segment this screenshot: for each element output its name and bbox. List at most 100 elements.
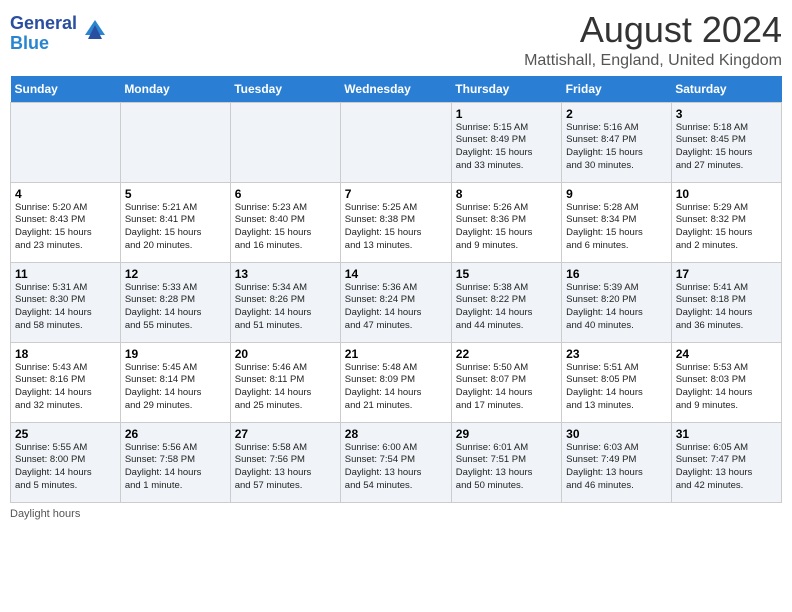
day-info: Sunrise: 5:21 AMSunset: 8:41 PMDaylight:… (125, 202, 226, 253)
calendar-cell: 29Sunrise: 6:01 AMSunset: 7:51 PMDayligh… (451, 422, 561, 502)
calendar-table: SundayMondayTuesdayWednesdayThursdayFrid… (10, 76, 782, 503)
calendar-cell: 28Sunrise: 6:00 AMSunset: 7:54 PMDayligh… (340, 422, 451, 502)
calendar-cell: 13Sunrise: 5:34 AMSunset: 8:26 PMDayligh… (230, 262, 340, 342)
calendar-cell: 17Sunrise: 5:41 AMSunset: 8:18 PMDayligh… (671, 262, 781, 342)
day-info: Sunrise: 5:28 AMSunset: 8:34 PMDaylight:… (566, 202, 667, 253)
daylight-label: Daylight hours (10, 508, 80, 520)
calendar-cell: 26Sunrise: 5:56 AMSunset: 7:58 PMDayligh… (120, 422, 230, 502)
day-number: 1 (456, 107, 557, 121)
subtitle: Mattishall, England, United Kingdom (524, 52, 782, 70)
day-info: Sunrise: 5:36 AMSunset: 8:24 PMDaylight:… (345, 282, 447, 333)
col-header-monday: Monday (120, 76, 230, 103)
calendar-cell: 27Sunrise: 5:58 AMSunset: 7:56 PMDayligh… (230, 422, 340, 502)
day-number: 16 (566, 267, 667, 281)
day-number: 12 (125, 267, 226, 281)
day-number: 10 (676, 187, 777, 201)
day-number: 19 (125, 347, 226, 361)
day-info: Sunrise: 5:53 AMSunset: 8:03 PMDaylight:… (676, 362, 777, 413)
day-number: 6 (235, 187, 336, 201)
col-header-saturday: Saturday (671, 76, 781, 103)
calendar-cell: 24Sunrise: 5:53 AMSunset: 8:03 PMDayligh… (671, 342, 781, 422)
col-header-tuesday: Tuesday (230, 76, 340, 103)
calendar-cell: 11Sunrise: 5:31 AMSunset: 8:30 PMDayligh… (11, 262, 121, 342)
calendar-cell: 21Sunrise: 5:48 AMSunset: 8:09 PMDayligh… (340, 342, 451, 422)
week-row-3: 11Sunrise: 5:31 AMSunset: 8:30 PMDayligh… (11, 262, 782, 342)
col-header-sunday: Sunday (11, 76, 121, 103)
day-number: 4 (15, 187, 116, 201)
day-info: Sunrise: 5:51 AMSunset: 8:05 PMDaylight:… (566, 362, 667, 413)
calendar-cell: 18Sunrise: 5:43 AMSunset: 8:16 PMDayligh… (11, 342, 121, 422)
day-info: Sunrise: 6:01 AMSunset: 7:51 PMDaylight:… (456, 442, 557, 493)
day-info: Sunrise: 5:39 AMSunset: 8:20 PMDaylight:… (566, 282, 667, 333)
calendar-cell: 2Sunrise: 5:16 AMSunset: 8:47 PMDaylight… (562, 102, 672, 182)
day-number: 28 (345, 427, 447, 441)
day-info: Sunrise: 6:05 AMSunset: 7:47 PMDaylight:… (676, 442, 777, 493)
footer-note: Daylight hours (10, 508, 782, 520)
day-info: Sunrise: 5:16 AMSunset: 8:47 PMDaylight:… (566, 122, 667, 173)
day-info: Sunrise: 5:50 AMSunset: 8:07 PMDaylight:… (456, 362, 557, 413)
page-header: General Blue August 2024 Mattishall, Eng… (10, 10, 782, 70)
logo: General Blue (10, 14, 110, 54)
main-title: August 2024 (524, 10, 782, 50)
day-number: 21 (345, 347, 447, 361)
day-info: Sunrise: 5:20 AMSunset: 8:43 PMDaylight:… (15, 202, 116, 253)
calendar-cell (230, 102, 340, 182)
col-header-wednesday: Wednesday (340, 76, 451, 103)
day-number: 29 (456, 427, 557, 441)
day-number: 8 (456, 187, 557, 201)
day-number: 22 (456, 347, 557, 361)
day-number: 27 (235, 427, 336, 441)
day-info: Sunrise: 5:31 AMSunset: 8:30 PMDaylight:… (15, 282, 116, 333)
calendar-cell: 22Sunrise: 5:50 AMSunset: 8:07 PMDayligh… (451, 342, 561, 422)
day-number: 9 (566, 187, 667, 201)
day-number: 25 (15, 427, 116, 441)
day-number: 13 (235, 267, 336, 281)
day-number: 20 (235, 347, 336, 361)
calendar-cell: 14Sunrise: 5:36 AMSunset: 8:24 PMDayligh… (340, 262, 451, 342)
day-info: Sunrise: 6:00 AMSunset: 7:54 PMDaylight:… (345, 442, 447, 493)
calendar-cell: 25Sunrise: 5:55 AMSunset: 8:00 PMDayligh… (11, 422, 121, 502)
col-header-friday: Friday (562, 76, 672, 103)
day-info: Sunrise: 6:03 AMSunset: 7:49 PMDaylight:… (566, 442, 667, 493)
day-number: 18 (15, 347, 116, 361)
day-info: Sunrise: 5:55 AMSunset: 8:00 PMDaylight:… (15, 442, 116, 493)
col-header-thursday: Thursday (451, 76, 561, 103)
calendar-header: SundayMondayTuesdayWednesdayThursdayFrid… (11, 76, 782, 103)
logo-text-blue: Blue (10, 33, 49, 53)
day-number: 30 (566, 427, 667, 441)
day-info: Sunrise: 5:33 AMSunset: 8:28 PMDaylight:… (125, 282, 226, 333)
day-info: Sunrise: 5:34 AMSunset: 8:26 PMDaylight:… (235, 282, 336, 333)
day-info: Sunrise: 5:15 AMSunset: 8:49 PMDaylight:… (456, 122, 557, 173)
calendar-cell: 5Sunrise: 5:21 AMSunset: 8:41 PMDaylight… (120, 182, 230, 262)
calendar-cell: 15Sunrise: 5:38 AMSunset: 8:22 PMDayligh… (451, 262, 561, 342)
calendar-cell: 19Sunrise: 5:45 AMSunset: 8:14 PMDayligh… (120, 342, 230, 422)
calendar-cell: 1Sunrise: 5:15 AMSunset: 8:49 PMDaylight… (451, 102, 561, 182)
day-info: Sunrise: 5:45 AMSunset: 8:14 PMDaylight:… (125, 362, 226, 413)
calendar-body: 1Sunrise: 5:15 AMSunset: 8:49 PMDaylight… (11, 102, 782, 502)
day-number: 3 (676, 107, 777, 121)
calendar-cell: 7Sunrise: 5:25 AMSunset: 8:38 PMDaylight… (340, 182, 451, 262)
day-number: 5 (125, 187, 226, 201)
week-row-2: 4Sunrise: 5:20 AMSunset: 8:43 PMDaylight… (11, 182, 782, 262)
day-info: Sunrise: 5:46 AMSunset: 8:11 PMDaylight:… (235, 362, 336, 413)
calendar-cell: 6Sunrise: 5:23 AMSunset: 8:40 PMDaylight… (230, 182, 340, 262)
calendar-cell (120, 102, 230, 182)
day-number: 24 (676, 347, 777, 361)
day-info: Sunrise: 5:56 AMSunset: 7:58 PMDaylight:… (125, 442, 226, 493)
week-row-5: 25Sunrise: 5:55 AMSunset: 8:00 PMDayligh… (11, 422, 782, 502)
header-row: SundayMondayTuesdayWednesdayThursdayFrid… (11, 76, 782, 103)
day-number: 7 (345, 187, 447, 201)
calendar-cell: 8Sunrise: 5:26 AMSunset: 8:36 PMDaylight… (451, 182, 561, 262)
day-number: 31 (676, 427, 777, 441)
day-info: Sunrise: 5:43 AMSunset: 8:16 PMDaylight:… (15, 362, 116, 413)
logo-icon (80, 15, 110, 45)
calendar-cell: 20Sunrise: 5:46 AMSunset: 8:11 PMDayligh… (230, 342, 340, 422)
week-row-1: 1Sunrise: 5:15 AMSunset: 8:49 PMDaylight… (11, 102, 782, 182)
day-number: 14 (345, 267, 447, 281)
day-number: 11 (15, 267, 116, 281)
week-row-4: 18Sunrise: 5:43 AMSunset: 8:16 PMDayligh… (11, 342, 782, 422)
calendar-cell: 4Sunrise: 5:20 AMSunset: 8:43 PMDaylight… (11, 182, 121, 262)
logo-text-general: General (10, 13, 77, 33)
day-info: Sunrise: 5:41 AMSunset: 8:18 PMDaylight:… (676, 282, 777, 333)
day-info: Sunrise: 5:26 AMSunset: 8:36 PMDaylight:… (456, 202, 557, 253)
